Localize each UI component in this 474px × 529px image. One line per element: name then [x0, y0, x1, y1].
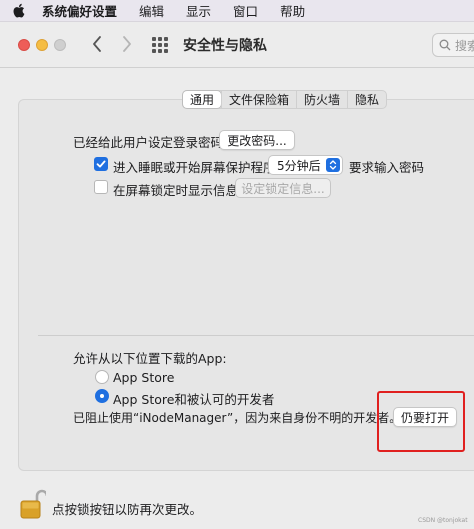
chevron-updown-icon	[326, 158, 340, 172]
menu-help[interactable]: 帮助	[269, 1, 316, 20]
watermark: CSDN @tonjokat	[418, 517, 468, 524]
checkmark-icon	[96, 160, 106, 168]
tab-general[interactable]: 通用	[183, 91, 222, 108]
lock-icon[interactable]	[20, 488, 49, 520]
forward-button[interactable]	[117, 34, 137, 54]
highlight-annotation	[377, 391, 465, 452]
radio-app-store[interactable]	[95, 370, 109, 384]
lock-hint-text: 点按锁按钮以防再次更改。	[52, 502, 203, 517]
window-title: 安全性与隐私	[183, 38, 267, 54]
password-set-label: 已经给此用户设定登录密码	[73, 135, 224, 150]
tab-filevault[interactable]: 文件保险箱	[221, 91, 296, 108]
minimize-window-button[interactable]	[36, 39, 48, 51]
section-divider	[38, 335, 474, 336]
radio-app-store-and-identified[interactable]	[95, 389, 109, 403]
allow-downloads-heading: 允许从以下位置下载的App:	[73, 351, 227, 366]
lock-message-label: 在屏幕锁定时显示信息	[113, 183, 239, 198]
tab-bar: 通用 文件保险箱 防火墙 隐私	[182, 90, 388, 109]
apple-menu-icon[interactable]	[0, 3, 36, 18]
menu-view[interactable]: 显示	[175, 1, 222, 20]
blocked-app-message: 已阻止使用“iNodeManager”，因为来自身份不明的开发者。	[73, 411, 402, 425]
radio-app-store-label: App Store	[113, 370, 175, 385]
menu-edit[interactable]: 编辑	[128, 1, 175, 20]
require-password-checkbox[interactable]	[94, 157, 108, 171]
password-delay-value: 5分钟后	[277, 158, 321, 173]
menu-app-name[interactable]: 系统偏好设置	[36, 1, 128, 20]
require-password-suffix: 要求输入密码	[349, 160, 425, 175]
back-button[interactable]	[87, 34, 107, 54]
menu-bar: 系统偏好设置 编辑 显示 窗口 帮助	[0, 0, 474, 22]
search-field[interactable]: 搜索	[432, 33, 474, 57]
close-window-button[interactable]	[18, 39, 30, 51]
show-all-grid-icon[interactable]	[152, 37, 168, 53]
lock-message-checkbox[interactable]	[94, 180, 108, 194]
window-toolbar: 安全性与隐私 搜索	[0, 22, 474, 68]
search-icon	[439, 39, 451, 51]
set-lock-message-button[interactable]: 设定锁定信息...	[235, 178, 331, 198]
password-delay-select[interactable]: 5分钟后	[268, 155, 343, 175]
menu-window[interactable]: 窗口	[222, 1, 269, 20]
search-placeholder: 搜索	[455, 38, 474, 53]
tab-firewall[interactable]: 防火墙	[296, 91, 347, 108]
radio-app-store-and-identified-label: App Store和被认可的开发者	[113, 392, 275, 407]
require-password-label: 进入睡眠或开始屏幕保护程序	[113, 160, 276, 175]
change-password-button[interactable]: 更改密码...	[219, 130, 295, 150]
zoom-window-button[interactable]	[54, 39, 66, 51]
tab-privacy[interactable]: 隐私	[347, 91, 386, 108]
